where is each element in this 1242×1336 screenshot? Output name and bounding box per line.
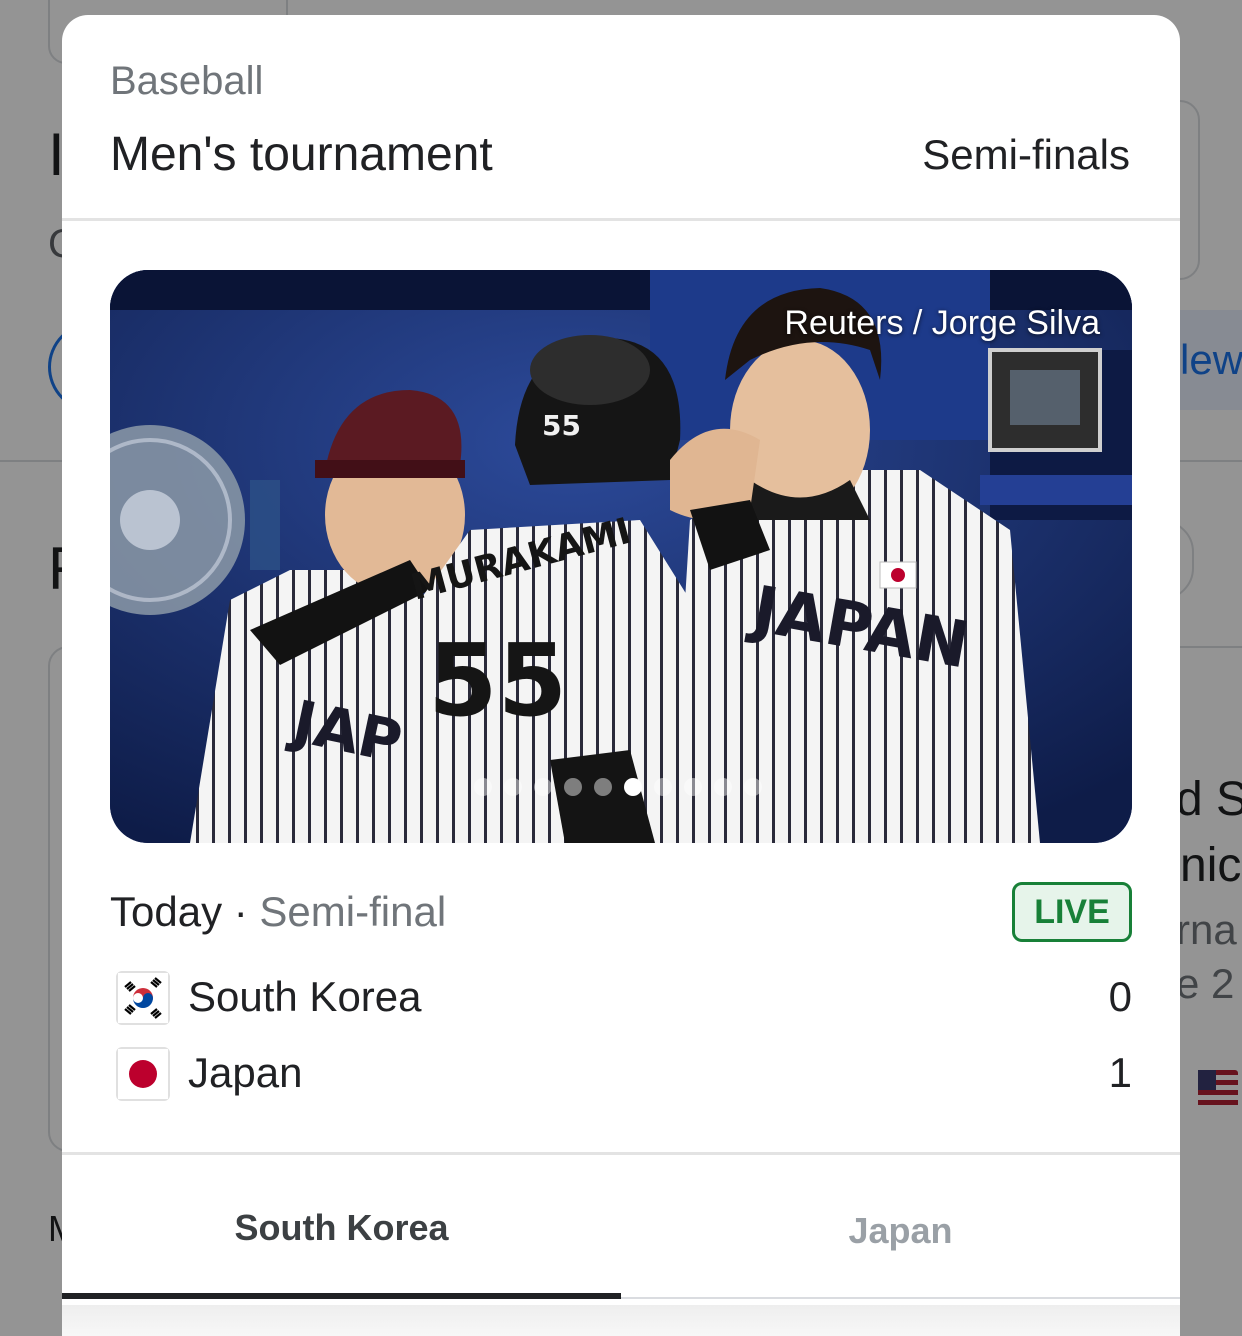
header-divider (62, 218, 1180, 221)
svg-text:55: 55 (542, 409, 581, 442)
tab-track (621, 1297, 1180, 1299)
team-name: South Korea (188, 973, 422, 1020)
carousel-dot[interactable] (474, 778, 492, 796)
carousel-dot[interactable] (564, 778, 582, 796)
carousel-dots (474, 778, 762, 796)
carousel-dot[interactable] (744, 778, 762, 796)
team-row-japan[interactable]: Japan 1 (116, 1047, 1132, 1101)
tab-south-korea[interactable]: South Korea (62, 1155, 621, 1299)
svg-text:55: 55 (428, 622, 567, 739)
team-name: Japan (188, 1049, 303, 1096)
team-score: 1 (1108, 1049, 1132, 1096)
separator: · (233, 888, 248, 935)
carousel-dot[interactable] (714, 778, 732, 796)
bottom-shade (62, 1305, 1180, 1336)
carousel-dot[interactable] (654, 778, 672, 796)
match-date-line: Today · Semi-final (110, 888, 446, 936)
carousel-dot[interactable] (534, 778, 552, 796)
carousel-dot[interactable] (684, 778, 702, 796)
tab-label: Japan (848, 1210, 953, 1251)
event-title: Men's tournament (110, 128, 493, 181)
carousel-dot[interactable] (594, 778, 612, 796)
tab-japan[interactable]: Japan (621, 1155, 1180, 1299)
photo-credit: Reuters / Jorge Silva (784, 304, 1100, 342)
sport-label: Baseball (110, 59, 264, 103)
team-score: 0 (1108, 973, 1132, 1020)
stage-label[interactable]: Semi-finals (922, 131, 1130, 179)
carousel-dot[interactable] (504, 778, 522, 796)
tab-label: South Korea (234, 1207, 449, 1248)
match-day: Today (110, 888, 223, 935)
match-round: Semi-final (259, 888, 447, 935)
team-celebration-photo: JAP 55 55 MURAKAMI JAPAN (110, 270, 1132, 843)
tab-selected-indicator (62, 1293, 621, 1299)
team-row-south-korea[interactable]: South Korea 0 (116, 971, 1132, 1025)
live-badge: LIVE (1012, 882, 1132, 942)
match-card: Baseball Men's tournament Semi-finals JA… (62, 15, 1180, 1336)
japan-flag-icon (116, 1047, 170, 1101)
carousel-dot-active[interactable] (624, 778, 642, 796)
photo-carousel[interactable]: JAP 55 55 MURAKAMI JAPAN Reuters / Jorge… (110, 270, 1132, 843)
south-korea-flag-icon (116, 971, 170, 1025)
